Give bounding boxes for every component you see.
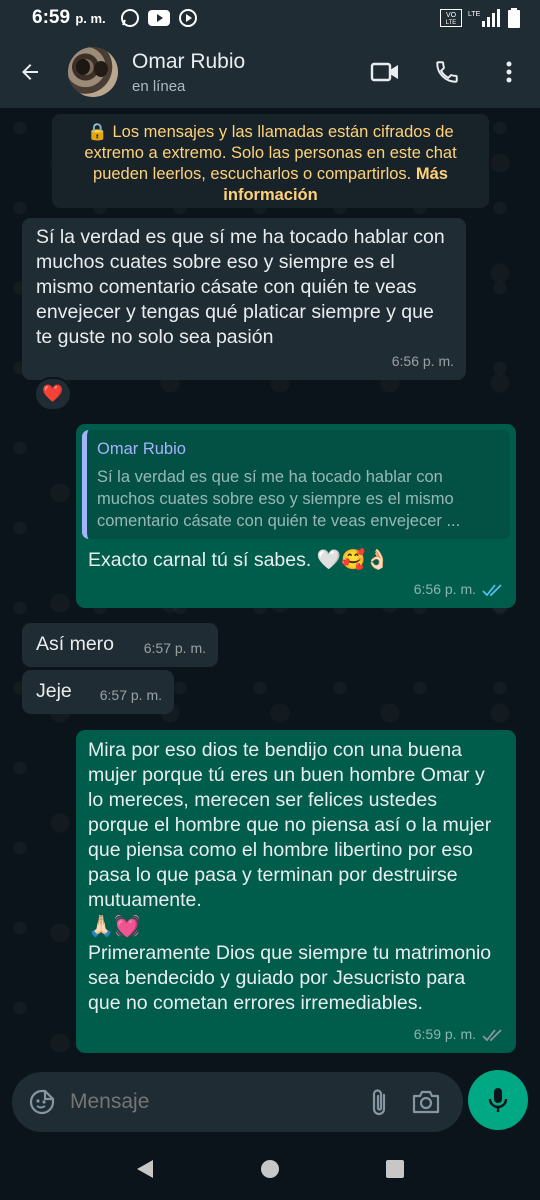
message-incoming-2[interactable]: Así mero 6:57 p. m. bbox=[22, 623, 218, 667]
contact-status: en línea bbox=[132, 77, 186, 95]
mic-icon bbox=[488, 1088, 508, 1112]
status-time: 6:59 p. m. bbox=[32, 7, 106, 28]
status-system-icons: VO LTE LTE bbox=[440, 8, 520, 28]
heart-reaction[interactable]: ❤️ bbox=[34, 377, 72, 411]
message-text: Exacto carnal tú sí sabes. bbox=[88, 549, 312, 571]
message-time: 6:57 p. m. bbox=[143, 640, 206, 656]
nav-recents-icon bbox=[386, 1160, 404, 1178]
play-notification-icon bbox=[178, 9, 197, 27]
status-bar: 6:59 p. m. VO LTE LTE bbox=[0, 0, 540, 36]
quote-author: Omar Rubio bbox=[97, 440, 186, 458]
message-time: 6:56 p. m. bbox=[391, 353, 454, 369]
quote-text: Sí la verdad es que sí me ha tocado habl… bbox=[97, 468, 461, 530]
emoji-sticker-button[interactable] bbox=[28, 1088, 56, 1116]
encryption-notice-text: 🔒 Los mensajes y las llamadas están cifr… bbox=[84, 123, 457, 183]
message-incoming-3[interactable]: Jeje 6:57 p. m. bbox=[22, 670, 174, 714]
message-outgoing-2[interactable]: Mira por eso dios te bendijo con una bue… bbox=[76, 730, 516, 1053]
message-incoming-1[interactable]: Sí la verdad es que sí me ha tocado habl… bbox=[22, 218, 466, 380]
nav-back-icon bbox=[137, 1160, 153, 1178]
message-input[interactable] bbox=[70, 1090, 369, 1114]
contact-name: Omar Rubio bbox=[132, 49, 246, 73]
message-time: 6:59 p. m. bbox=[413, 1026, 476, 1042]
video-call-icon bbox=[370, 62, 398, 82]
attach-icon bbox=[372, 1089, 386, 1116]
message-text: Así mero bbox=[36, 633, 115, 655]
attach-button[interactable] bbox=[369, 1087, 389, 1117]
back-button[interactable] bbox=[0, 36, 60, 108]
message-text-row: Exacto carnal tú sí sabes. 🤍🥰👌🏻 bbox=[88, 548, 390, 573]
battery-icon bbox=[508, 8, 520, 28]
lte-signal-icon: LTE bbox=[468, 9, 500, 27]
camera-icon bbox=[412, 1090, 440, 1114]
nav-home-button[interactable] bbox=[260, 1159, 280, 1179]
back-arrow-icon bbox=[22, 64, 38, 80]
contact-info[interactable]: Omar Rubio en línea bbox=[132, 50, 245, 95]
delivered-ticks-icon bbox=[482, 1028, 502, 1041]
message-text: Sí la verdad es que sí me ha tocado habl… bbox=[36, 226, 445, 348]
message-meta: 6:59 p. m. bbox=[414, 1022, 504, 1047]
svg-text:LTE: LTE bbox=[468, 11, 481, 18]
svg-text:VO: VO bbox=[446, 12, 457, 19]
nav-recents-button[interactable] bbox=[385, 1159, 405, 1179]
status-notification-icons bbox=[120, 8, 198, 28]
camera-button[interactable] bbox=[411, 1089, 441, 1115]
sticker-icon bbox=[29, 1089, 55, 1115]
composer bbox=[0, 1068, 540, 1138]
more-options-button[interactable] bbox=[478, 36, 540, 108]
message-emojis: 🙏🏻💓 bbox=[88, 915, 141, 938]
encryption-notice[interactable]: 🔒 Los mensajes y las llamadas están cifr… bbox=[52, 114, 489, 208]
message-time: 6:56 p. m. bbox=[413, 581, 476, 597]
svg-text:LTE: LTE bbox=[446, 20, 457, 26]
message-text-2: Primeramente Dios que siempre tu matrimo… bbox=[88, 942, 492, 1014]
voice-message-button[interactable] bbox=[468, 1070, 528, 1130]
message-outgoing-1[interactable]: Omar Rubio Sí la verdad es que sí me ha … bbox=[76, 424, 516, 608]
avatar[interactable] bbox=[68, 47, 118, 97]
whatsapp-notification-icon bbox=[120, 9, 139, 27]
voice-call-button[interactable] bbox=[416, 36, 478, 108]
youtube-notification-icon bbox=[147, 10, 170, 26]
video-call-button[interactable] bbox=[354, 36, 416, 108]
message-time: 6:57 p. m. bbox=[99, 687, 162, 703]
volte-icon: VOLTE bbox=[440, 9, 462, 27]
message-text: Jeje bbox=[36, 680, 72, 702]
nav-back-button[interactable] bbox=[135, 1158, 155, 1180]
chat-header: Omar Rubio en línea bbox=[0, 36, 540, 108]
nav-home-icon bbox=[261, 1160, 279, 1178]
heart-reaction-emoji: ❤️ bbox=[42, 384, 64, 403]
chat-area[interactable]: 🔒 Los mensajes y las llamadas están cifr… bbox=[0, 108, 540, 1068]
phone-icon bbox=[436, 61, 458, 83]
quoted-message[interactable]: Omar Rubio Sí la verdad es que sí me ha … bbox=[82, 430, 510, 539]
message-text: Mira por eso dios te bendijo con una bue… bbox=[88, 739, 492, 911]
message-meta: 6:56 p. m. bbox=[414, 577, 504, 602]
read-ticks-icon bbox=[482, 583, 502, 596]
message-emojis: 🤍🥰👌🏻 bbox=[316, 549, 390, 572]
message-input-box[interactable] bbox=[12, 1072, 463, 1132]
system-navigation-bar bbox=[0, 1138, 540, 1200]
more-icon bbox=[506, 61, 512, 83]
